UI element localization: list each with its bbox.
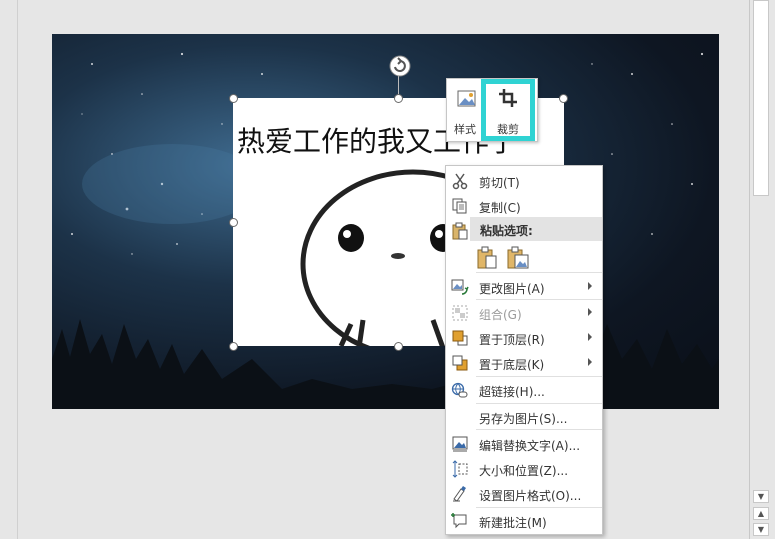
paste-as-picture-icon[interactable] [506, 246, 530, 270]
menu-item-group: 组合(G) [446, 300, 602, 325]
bring-to-front-icon [452, 330, 468, 346]
crop-button-label: 裁剪 [497, 123, 519, 136]
previous-slide-button[interactable]: ▲ [753, 507, 769, 520]
resize-handle-top[interactable] [394, 94, 403, 103]
menu-separator [476, 429, 602, 430]
scissors-icon [452, 173, 468, 190]
slide-thumbnail-pane [0, 0, 18, 539]
submenu-arrow-icon [588, 333, 592, 341]
submenu-arrow-icon [588, 308, 592, 316]
scrollbar-thumb[interactable] [753, 0, 769, 196]
menu-item-copy[interactable]: 复制(C) [446, 193, 602, 218]
menu-item-bring-to-front[interactable]: 置于顶层(R) [446, 325, 602, 350]
submenu-arrow-icon [588, 282, 592, 290]
new-comment-icon [451, 513, 467, 529]
mini-toolbar: 样式 裁剪 [446, 78, 538, 142]
crop-icon [499, 89, 517, 107]
style-button[interactable]: 样式 [447, 79, 483, 141]
menu-item-send-to-back[interactable]: 置于底层(K) [446, 350, 602, 375]
crop-button[interactable]: 裁剪 [481, 79, 535, 141]
rotate-icon[interactable] [389, 55, 411, 77]
menu-item-size-and-position[interactable]: 大小和位置(Z)... [446, 456, 602, 481]
next-slide-button[interactable]: ▼ [753, 523, 769, 536]
scroll-down-arrow[interactable]: ▼ [753, 490, 769, 503]
change-picture-icon [451, 279, 469, 295]
menu-item-edit-alt-text[interactable]: 编辑替换文字(A)... [446, 431, 602, 456]
copy-icon [452, 198, 467, 214]
menu-item-change-picture[interactable]: 更改图片(A) [446, 274, 602, 299]
paste-options-header: 粘贴选项: [470, 217, 602, 241]
hyperlink-icon [451, 382, 468, 398]
menu-item-cut[interactable]: 剪切(T) [446, 168, 602, 193]
alt-text-icon [452, 436, 468, 452]
context-menu: 剪切(T) 复制(C) 粘贴选项: 更改图片(A) 组合(G) 置于顶层(R) … [445, 165, 603, 535]
paste-keep-formatting-icon[interactable] [476, 246, 498, 270]
resize-handle-bottom-left[interactable] [229, 342, 238, 351]
menu-item-save-as-picture[interactable]: 另存为图片(S)... [446, 404, 602, 429]
menu-separator [476, 272, 602, 273]
resize-handle-top-left[interactable] [229, 94, 238, 103]
group-icon [452, 305, 468, 321]
size-position-icon [452, 460, 468, 478]
resize-handle-left[interactable] [229, 218, 238, 227]
resize-handle-top-right[interactable] [559, 94, 568, 103]
format-picture-icon [453, 486, 466, 502]
menu-item-new-comment[interactable]: 新建批注(M) [446, 508, 602, 533]
menu-item-format-picture[interactable]: 设置图片格式(O)... [446, 481, 602, 506]
rotation-handle-stem [398, 76, 399, 96]
submenu-arrow-icon [588, 358, 592, 366]
picture-style-icon [457, 90, 476, 107]
menu-item-hyperlink[interactable]: 超链接(H)... [446, 377, 602, 402]
style-button-label: 样式 [454, 123, 476, 136]
resize-handle-bottom[interactable] [394, 342, 403, 351]
vertical-scrollbar[interactable]: ▼ ▲ ▼ [749, 0, 775, 539]
clipboard-icon [452, 222, 468, 240]
send-to-back-icon [452, 355, 468, 371]
